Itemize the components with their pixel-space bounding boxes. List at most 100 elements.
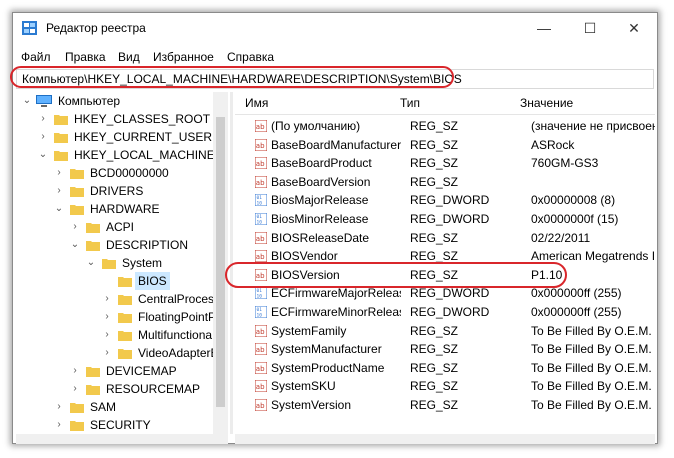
table-row[interactable]: ab SystemSKU REG_SZ To Be Filled By O.E.M.: [235, 377, 655, 395]
minimize-icon: —: [537, 20, 551, 36]
tree-item-hardware[interactable]: ⌄ HARDWARE: [54, 200, 212, 218]
column-type-header[interactable]: Тип: [400, 92, 420, 114]
tree-pane: ⌄ Компьютер › HKEY_CLASSES_ROOT › HKEY_C…: [16, 92, 228, 434]
svg-text:ab: ab: [256, 179, 265, 187]
tree-item-video-adapter[interactable]: › VideoAdapterB: [102, 344, 218, 362]
menu-file[interactable]: Файл: [21, 50, 51, 64]
tree-item-system[interactable]: ⌄ System: [86, 254, 212, 272]
tree-item-drivers[interactable]: › DRIVERS: [54, 182, 212, 200]
folder-icon: [54, 133, 68, 143]
folder-icon: [86, 367, 100, 377]
chevron-down-icon[interactable]: ⌄: [86, 254, 96, 272]
tree-item-hkey-current-user[interactable]: › HKEY_CURRENT_USER: [38, 128, 212, 146]
value-data: To Be Filled By O.E.M.: [531, 323, 652, 338]
menu-view[interactable]: Вид: [118, 50, 140, 64]
string-value-icon: ab: [255, 361, 267, 374]
value-data: 02/22/2011: [531, 230, 591, 245]
folder-open-icon: [54, 151, 68, 161]
chevron-down-icon[interactable]: ⌄: [54, 200, 64, 218]
tree-item-devicemap[interactable]: › DEVICEMAP: [70, 362, 212, 380]
close-button[interactable]: ✕: [611, 13, 657, 43]
chevron-right-icon[interactable]: ›: [102, 308, 112, 326]
registry-editor-icon: [22, 21, 37, 35]
value-data: 0x0000000f (15): [531, 212, 619, 226]
tree-item-hkey-local-machine[interactable]: ⌄ HKEY_LOCAL_MACHINE: [38, 146, 215, 164]
menu-favorites[interactable]: Избранное: [153, 50, 214, 64]
svg-text:ab: ab: [256, 253, 265, 261]
chevron-right-icon[interactable]: ›: [38, 128, 48, 146]
table-row[interactable]: ab BaseBoardProduct REG_SZ 760GM-GS3: [235, 154, 655, 172]
folder-icon: [86, 385, 100, 395]
svg-text:ab: ab: [256, 402, 265, 410]
table-row[interactable]: 01 10 BiosMinorRelease REG_DWORD 0x0000000f …: [235, 210, 655, 228]
table-row[interactable]: ab SystemManufacturer REG_SZ To Be Filled B…: [235, 340, 655, 358]
minimize-button[interactable]: —: [521, 13, 567, 43]
tree-item-bios[interactable]: BIOS: [102, 272, 212, 290]
table-row[interactable]: ab SystemVersion REG_SZ To Be Filled By O.E…: [235, 396, 655, 414]
tree-item-security[interactable]: › SECURITY: [54, 416, 212, 434]
value-name: SystemSKU: [271, 379, 336, 394]
tree-item-hkey-classes-root[interactable]: › HKEY_CLASSES_ROOT: [38, 110, 212, 128]
chevron-down-icon[interactable]: ⌄: [22, 92, 32, 110]
tree-item-multifunction[interactable]: › Multifunctiona: [102, 326, 212, 344]
string-value-icon: ab: [255, 380, 267, 393]
table-row[interactable]: ab (По умолчанию) REG_SZ (значение не присв…: [235, 117, 655, 135]
values-horizontal-scrollbar[interactable]: [235, 434, 655, 444]
chevron-right-icon[interactable]: ›: [102, 344, 112, 362]
tree-item-sam[interactable]: › SAM: [54, 398, 212, 416]
tree-item-acpi[interactable]: › ACPI: [70, 218, 212, 236]
chevron-right-icon[interactable]: ›: [70, 380, 80, 398]
chevron-right-icon[interactable]: ›: [102, 290, 112, 308]
folder-icon: [70, 403, 84, 413]
value-type: REG_SZ: [410, 379, 459, 394]
chevron-down-icon[interactable]: ⌄: [70, 236, 80, 254]
table-row[interactable]: ab SystemProductName REG_SZ To Be Filled By…: [235, 359, 655, 377]
chevron-right-icon[interactable]: ›: [70, 362, 80, 380]
table-row[interactable]: 01 10 BiosMajorRelease REG_DWORD 0x00000008 …: [235, 191, 655, 209]
chevron-right-icon[interactable]: ›: [102, 326, 112, 344]
chevron-right-icon[interactable]: ›: [54, 182, 64, 200]
svg-text:ab: ab: [256, 123, 265, 131]
svg-text:10: 10: [257, 313, 263, 319]
svg-text:10: 10: [257, 294, 263, 300]
svg-text:01: 01: [257, 307, 263, 313]
folder-icon: [70, 421, 84, 431]
column-name-header[interactable]: Имя: [245, 92, 268, 114]
tree-item-computer[interactable]: ⌄ Компьютер: [22, 92, 212, 110]
tree-item-bcd[interactable]: › BCD00000000: [54, 164, 212, 182]
tree-item-floating-point[interactable]: › FloatingPointP: [102, 308, 216, 326]
chevron-right-icon[interactable]: ›: [54, 164, 64, 182]
tree-scrollbar-thumb[interactable]: [216, 117, 225, 407]
tree-item-label: VideoAdapterB: [138, 346, 219, 360]
chevron-right-icon[interactable]: ›: [70, 218, 80, 236]
tree-item-label: HKEY_CLASSES_ROOT: [74, 112, 211, 126]
chevron-right-icon[interactable]: ›: [38, 110, 48, 128]
column-value-header[interactable]: Значение: [520, 92, 573, 114]
value-type: REG_SZ: [410, 230, 459, 245]
value-name: BaseBoardProduct: [271, 156, 372, 171]
menu-bar: Файл Правка Вид Избранное Справка: [13, 47, 657, 67]
maximize-button[interactable]: ☐: [567, 13, 613, 43]
tree-horizontal-scrollbar[interactable]: [16, 434, 228, 444]
table-row[interactable]: 01 10 ECFirmwareMinorReleas REG_DWORD 0x0000…: [235, 303, 655, 321]
table-row[interactable]: ab SystemFamily REG_SZ To Be Filled By O.E.…: [235, 322, 655, 340]
chevron-right-icon[interactable]: ›: [54, 398, 64, 416]
table-row[interactable]: ab BaseBoardManufacturer REG_SZ ASRock: [235, 136, 655, 154]
value-name: BIOSReleaseDate: [271, 230, 370, 245]
tree-item-description[interactable]: ⌄ DESCRIPTION: [70, 236, 212, 254]
table-row[interactable]: ab BIOSReleaseDate REG_SZ 02/22/2011: [235, 229, 655, 247]
value-data: 760GM-GS3: [531, 156, 599, 171]
tree-item-resourcemap[interactable]: › RESOURCEMAP: [70, 380, 212, 398]
chevron-right-icon[interactable]: ›: [54, 416, 64, 434]
value-data: To Be Filled By O.E.M.: [531, 342, 652, 357]
table-row[interactable]: ab BaseBoardVersion REG_SZ: [235, 173, 655, 191]
menu-help[interactable]: Справка: [227, 50, 274, 64]
computer-icon: [36, 95, 52, 107]
value-type: REG_SZ: [410, 323, 459, 338]
tree-item-central-processor[interactable]: › CentralProcess: [102, 290, 220, 308]
tree-scrollbar[interactable]: [213, 92, 228, 434]
folder-icon: [70, 187, 84, 197]
folder-icon: [70, 169, 84, 179]
menu-edit[interactable]: Правка: [65, 50, 106, 64]
chevron-down-icon[interactable]: ⌄: [38, 146, 48, 164]
